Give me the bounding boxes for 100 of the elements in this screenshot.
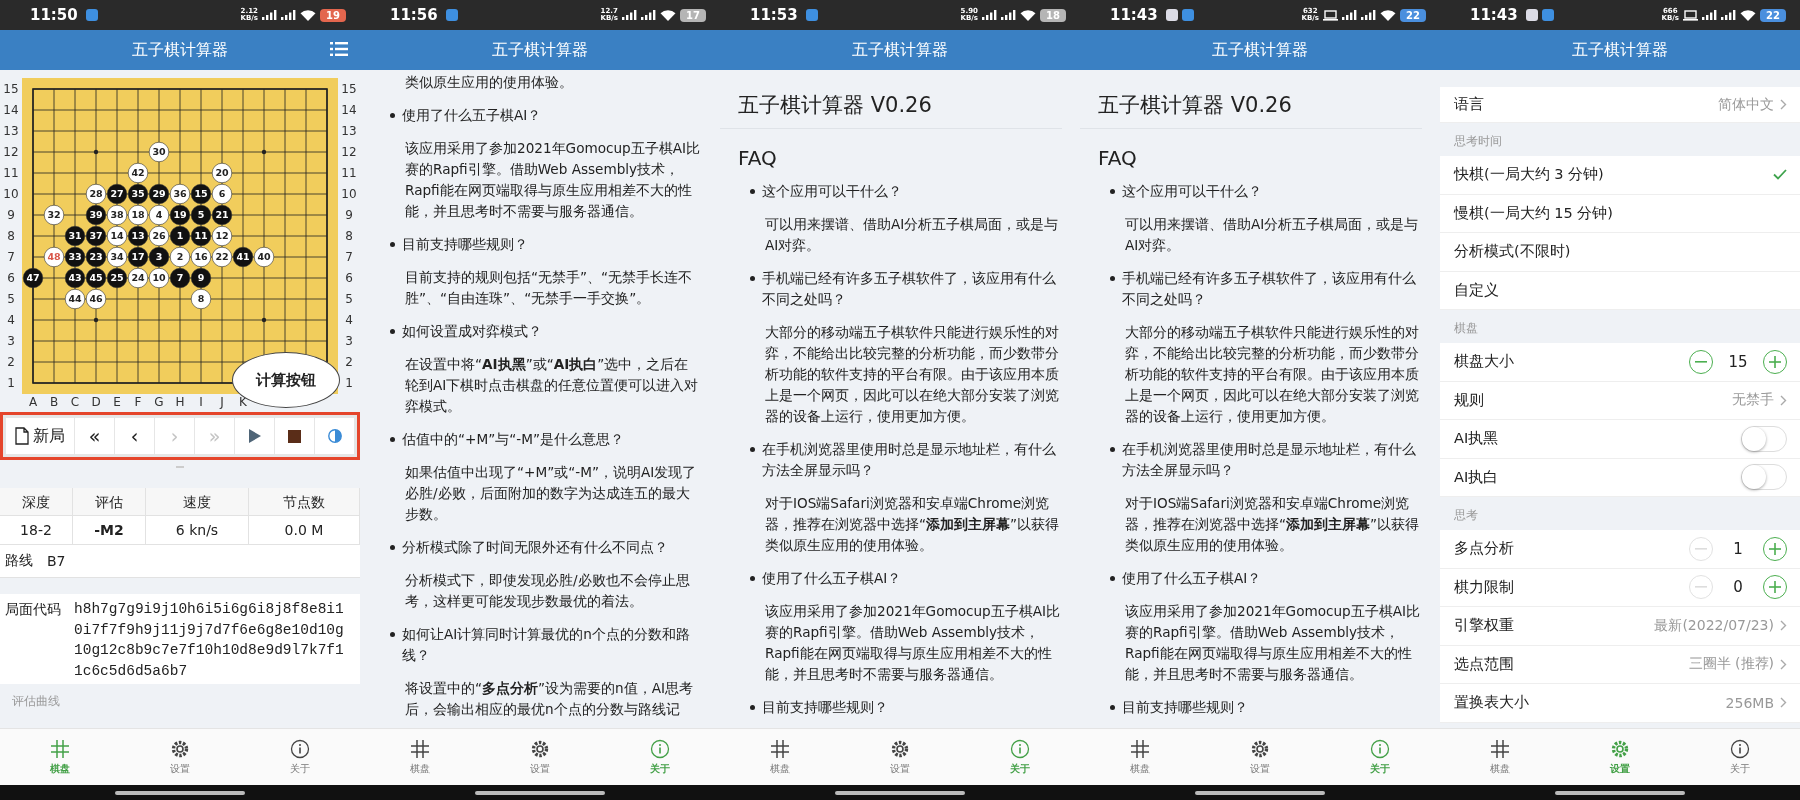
stone: 41 [232, 246, 254, 268]
tab[interactable]: 关于 [600, 729, 720, 785]
status-time: 11:43 [1110, 6, 1158, 24]
settings-row[interactable]: 引擎权重 最新(2022/07/23) [1440, 607, 1800, 646]
tab[interactable]: 设置 [480, 729, 600, 785]
tab[interactable]: 关于 [1680, 729, 1800, 785]
stone: 37 [85, 225, 107, 247]
row-label: 3 [6, 332, 16, 350]
faq-question: 目前支持哪些规则？ [1122, 698, 1248, 717]
stone: 25 [106, 267, 128, 289]
position-code-label: 局面代码 [5, 600, 61, 619]
increment-button[interactable] [1763, 536, 1787, 561]
bullet-icon [750, 276, 755, 281]
grid-icon [50, 738, 70, 759]
setting-label: 置换表大小 [1454, 693, 1529, 713]
tab[interactable]: 设置 [840, 729, 960, 785]
bullet-icon [390, 113, 395, 118]
chevron-icon [1780, 99, 1787, 110]
row-label: 15 [340, 80, 358, 98]
chevron-icon [1780, 658, 1787, 670]
row-label: 6 [344, 269, 354, 287]
settings-row[interactable]: 分析模式(不限时) [1440, 233, 1800, 272]
tab[interactable]: 设置 [1560, 729, 1680, 785]
row-label: 7 [6, 248, 16, 266]
settings-row[interactable]: 语言 简体中文 [1440, 87, 1800, 123]
wifi-icon [1740, 9, 1756, 21]
settings-row[interactable]: 选点范围 三圈半 (推荐) [1440, 645, 1800, 684]
chevron-icon [1780, 394, 1787, 406]
increment-button[interactable] [1763, 575, 1787, 600]
toolbar-button[interactable] [275, 418, 314, 454]
page-heading: 五子棋计算器 V0.26 [1080, 70, 1422, 129]
row-label: 2 [6, 353, 16, 371]
stone: 29 [148, 183, 170, 205]
stone: 44 [64, 288, 86, 310]
row-label: 12 [340, 143, 358, 161]
tab[interactable]: 棋盘 [1080, 729, 1200, 785]
tab[interactable]: 棋盘 [360, 729, 480, 785]
toggle-switch[interactable] [1741, 464, 1787, 491]
settings-icon [890, 738, 910, 759]
setting-label: 多点分析 [1454, 539, 1514, 559]
settings-row[interactable]: 置换表大小 256MB [1440, 684, 1800, 723]
menu-button[interactable] [330, 42, 348, 56]
wifi-icon [1020, 9, 1036, 21]
tab[interactable]: 关于 [960, 729, 1080, 785]
tab[interactable]: 关于 [1320, 729, 1440, 785]
faq-answer: 对于IOS端Safari浏览器和安卓端Chrome浏览器，推荐在浏览器中选择“添加到主屏幕”以获得类似原生应用的使用体验。 [764, 494, 1061, 555]
row-label: 4 [344, 311, 354, 329]
settings-row[interactable]: 规则 无禁手 [1440, 381, 1800, 420]
stone: 26 [148, 225, 170, 247]
row-label: 1 [6, 374, 16, 392]
setting-label: 规则 [1454, 390, 1484, 410]
increment-button[interactable] [1763, 349, 1787, 374]
new-game-button[interactable]: 新局 [6, 418, 74, 454]
tab[interactable]: 棋盘 [0, 729, 120, 785]
settings-icon [530, 738, 550, 759]
settings-row[interactable]: 慢棋(一局大约 15 分钟) [1440, 194, 1800, 233]
contrast-icon [327, 429, 342, 443]
tab[interactable]: 设置 [120, 729, 240, 785]
toolbar-button[interactable]: « [75, 418, 114, 454]
stone: 47 [22, 267, 44, 289]
toggle-switch[interactable] [1741, 425, 1787, 452]
section-header: 评估曲线 [11, 693, 61, 710]
toolbar-button[interactable]: ‹ [115, 418, 154, 454]
stone: 15 [190, 183, 212, 205]
drag-handle[interactable] [176, 466, 184, 468]
signal-icon [1361, 10, 1376, 20]
row-label: 2 [344, 353, 354, 371]
decrement-button[interactable] [1689, 349, 1713, 374]
settings-row[interactable]: 自定义 [1440, 271, 1800, 310]
bullet-icon [390, 545, 395, 550]
wifi-icon [300, 9, 316, 21]
tab[interactable]: 设置 [1200, 729, 1320, 785]
stone: 16 [190, 246, 212, 268]
plus-icon [1769, 581, 1781, 594]
signal-icon [1702, 10, 1717, 20]
stone: 20 [211, 162, 233, 184]
row-label: 12 [2, 143, 20, 161]
settings-icon [170, 738, 190, 759]
bullet-icon [1110, 705, 1115, 710]
settings-row[interactable]: 快棋(一局大约 3 分钟) [1440, 156, 1800, 195]
stone: 2 [169, 246, 191, 268]
bullet-icon [750, 447, 755, 452]
minus-icon [1695, 586, 1707, 589]
tab[interactable]: 棋盘 [720, 729, 840, 785]
toolbar-button[interactable] [235, 418, 274, 454]
section-header: 棋盘 [1453, 320, 1479, 337]
stone: 1 [169, 225, 191, 247]
tab[interactable]: 关于 [240, 729, 360, 785]
faq-answer: 类似原生应用的使用体验。 [404, 73, 574, 92]
tab[interactable]: 棋盘 [1440, 729, 1560, 785]
stone: 5 [190, 204, 212, 226]
setting-value: 三圈半 (推荐) [1688, 655, 1774, 674]
setting-value: 无禁手 [1732, 391, 1774, 410]
bullet-icon [750, 576, 755, 581]
stone: 46 [85, 288, 107, 310]
setting-value: 简体中文 [1718, 95, 1774, 114]
info-icon [290, 738, 310, 759]
setting-label: 引擎权重 [1454, 616, 1514, 636]
grid-icon [410, 738, 430, 759]
notification-icon [805, 9, 818, 21]
